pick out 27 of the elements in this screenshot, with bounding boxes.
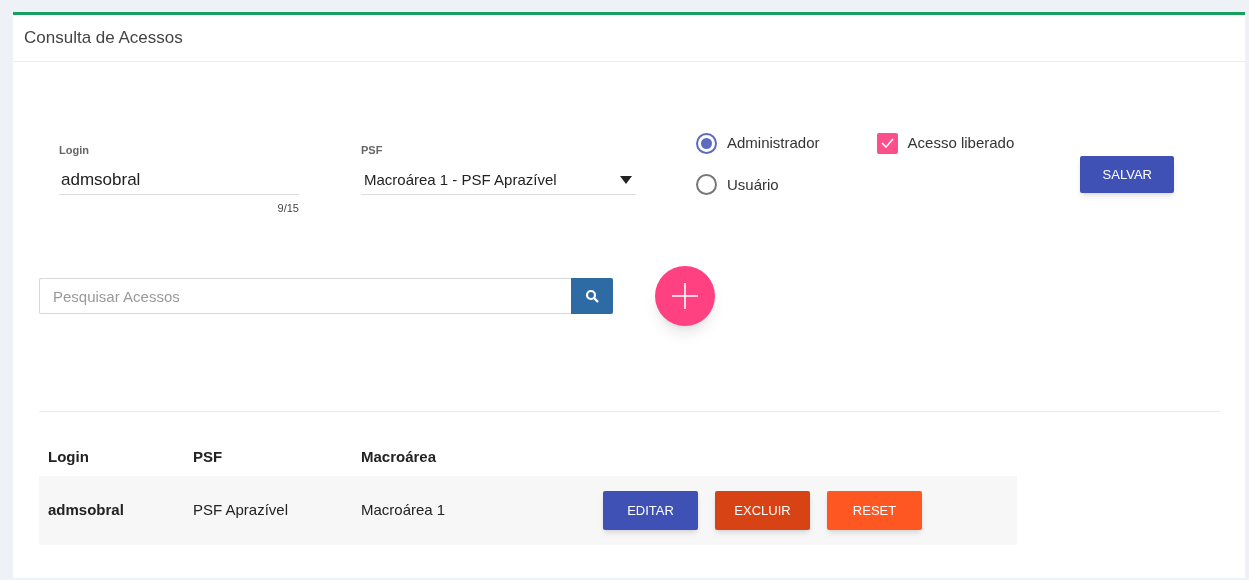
role-radio[interactable]: Administrador [696, 132, 820, 155]
table-cell-text: admsobral [47, 500, 125, 521]
row-action-button[interactable]: EDITAR [603, 491, 698, 530]
psf-select[interactable]: Macroárea 1 - PSF Aprazível [361, 166, 636, 195]
table-cell-text: PSF Aprazível [193, 500, 290, 521]
column-header: PSF [193, 446, 224, 467]
panel-title: Consulta de Acessos [24, 27, 183, 50]
column-header: Macroárea [361, 446, 437, 467]
character-counter: 9/15 [277, 200, 299, 216]
add-button[interactable] [655, 266, 715, 326]
search-icon [585, 289, 599, 303]
row-action-button[interactable]: EXCLUIR [715, 491, 810, 530]
radio-icon [696, 174, 717, 196]
search-button[interactable] [571, 278, 613, 314]
role-radio[interactable]: Usuário [696, 173, 820, 196]
save-button[interactable]: SALVAR [1080, 156, 1175, 193]
access-checkbox[interactable]: Acesso liberado [876, 132, 1015, 155]
table-cell-text: Macroárea 1 [361, 500, 447, 521]
field-label: Login [59, 143, 90, 158]
checkbox-icon [876, 132, 898, 154]
column-header: Login [47, 446, 90, 467]
dropdown-caret-icon [620, 176, 632, 184]
search-field[interactable]: Pesquisar Acessos [39, 278, 571, 314]
radio-selected-icon [696, 132, 717, 154]
login-field[interactable]: admsobral [59, 166, 299, 195]
plus-icon [672, 283, 698, 309]
field-label: PSF [361, 143, 384, 158]
